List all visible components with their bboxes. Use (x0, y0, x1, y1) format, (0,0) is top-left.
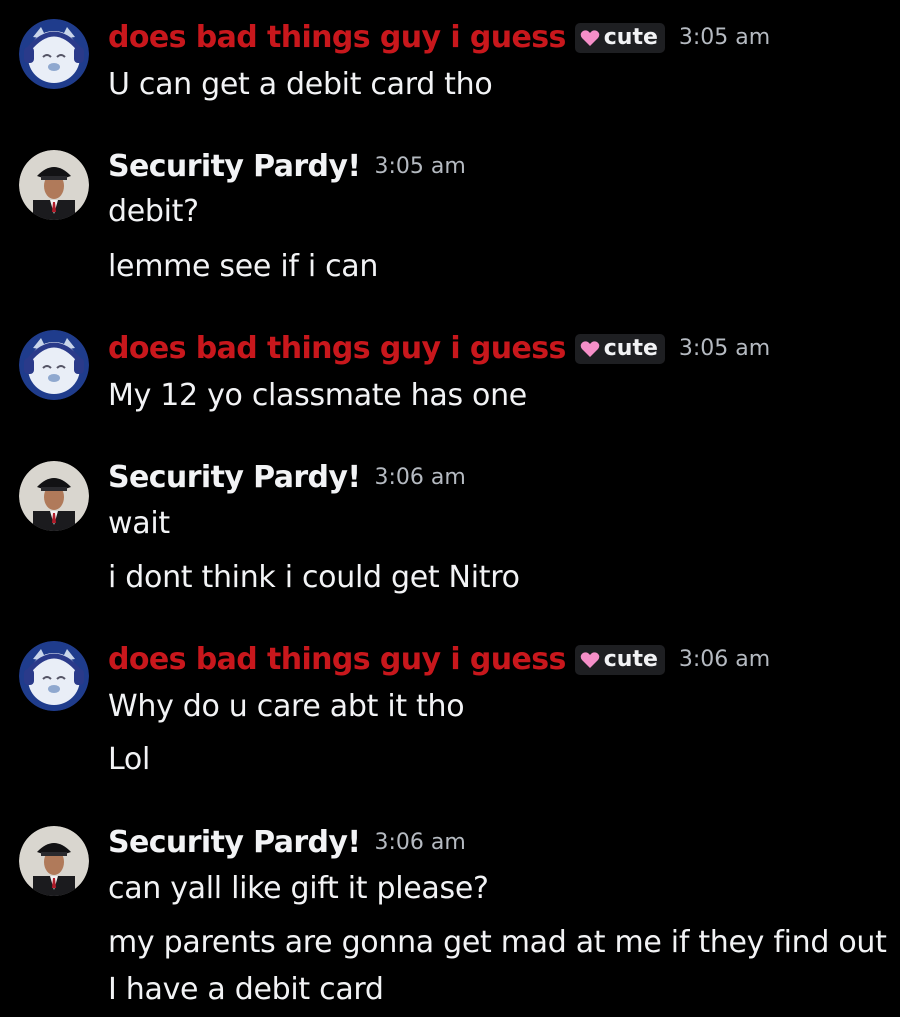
message-text: My 12 yo classmate has one (108, 378, 527, 413)
message-text: I have a debit card (108, 972, 384, 1007)
message-text: debit? (108, 194, 199, 229)
husky-avatar-icon (19, 330, 89, 400)
username[interactable]: Security Pardy! (108, 460, 361, 495)
heart-icon (580, 29, 600, 46)
timestamp[interactable]: 3:06 am (679, 647, 770, 672)
timestamp[interactable]: 3:05 am (679, 25, 770, 50)
message-text: my parents are gonna get mad at me if th… (108, 925, 887, 960)
username[interactable]: Security Pardy! (108, 825, 361, 860)
husky-headphones-avatar[interactable] (19, 330, 89, 400)
server-tag-label: cute (603, 647, 658, 672)
message-header: Security Pardy! 3:06 am (108, 460, 466, 495)
username[interactable]: does bad things guy i guess (108, 331, 566, 366)
husky-avatar-icon (19, 19, 89, 89)
timestamp[interactable]: 3:06 am (374, 465, 465, 490)
server-tag-label: cute (603, 25, 658, 50)
message-header: does bad things guy i guess cute 3:05 am (108, 20, 770, 55)
security-guard-avatar[interactable] (19, 461, 89, 531)
message-text: i dont think i could get Nitro (108, 560, 520, 595)
chat-message-list: does bad things guy i guess cute 3:05 am… (0, 0, 900, 1017)
message-text: wait (108, 506, 170, 541)
timestamp[interactable]: 3:06 am (374, 830, 465, 855)
username[interactable]: Security Pardy! (108, 149, 361, 184)
security-guard-avatar-icon (19, 461, 89, 531)
heart-icon (580, 340, 600, 357)
server-tag-badge[interactable]: cute (574, 22, 665, 53)
message-text: can yall like gift it please? (108, 871, 489, 906)
server-tag-label: cute (603, 336, 658, 361)
security-guard-avatar-icon (19, 826, 89, 896)
message-text: Why do u care abt it tho (108, 689, 465, 724)
timestamp[interactable]: 3:05 am (374, 154, 465, 179)
timestamp[interactable]: 3:05 am (679, 336, 770, 361)
husky-headphones-avatar[interactable] (19, 19, 89, 89)
security-guard-avatar-icon (19, 150, 89, 220)
message-text: lemme see if i can (108, 249, 379, 284)
security-guard-avatar[interactable] (19, 826, 89, 896)
security-guard-avatar[interactable] (19, 150, 89, 220)
message-header: Security Pardy! 3:05 am (108, 149, 466, 184)
server-tag-badge[interactable]: cute (574, 644, 665, 675)
server-tag-badge[interactable]: cute (574, 333, 665, 364)
message-header: does bad things guy i guess cute 3:05 am (108, 331, 770, 366)
username[interactable]: does bad things guy i guess (108, 20, 566, 55)
username[interactable]: does bad things guy i guess (108, 642, 566, 677)
husky-headphones-avatar[interactable] (19, 641, 89, 711)
husky-avatar-icon (19, 641, 89, 711)
message-text: Lol (108, 742, 150, 777)
message-text: U can get a debit card tho (108, 67, 493, 102)
heart-icon (580, 651, 600, 668)
message-header: does bad things guy i guess cute 3:06 am (108, 642, 770, 677)
message-header: Security Pardy! 3:06 am (108, 825, 466, 860)
